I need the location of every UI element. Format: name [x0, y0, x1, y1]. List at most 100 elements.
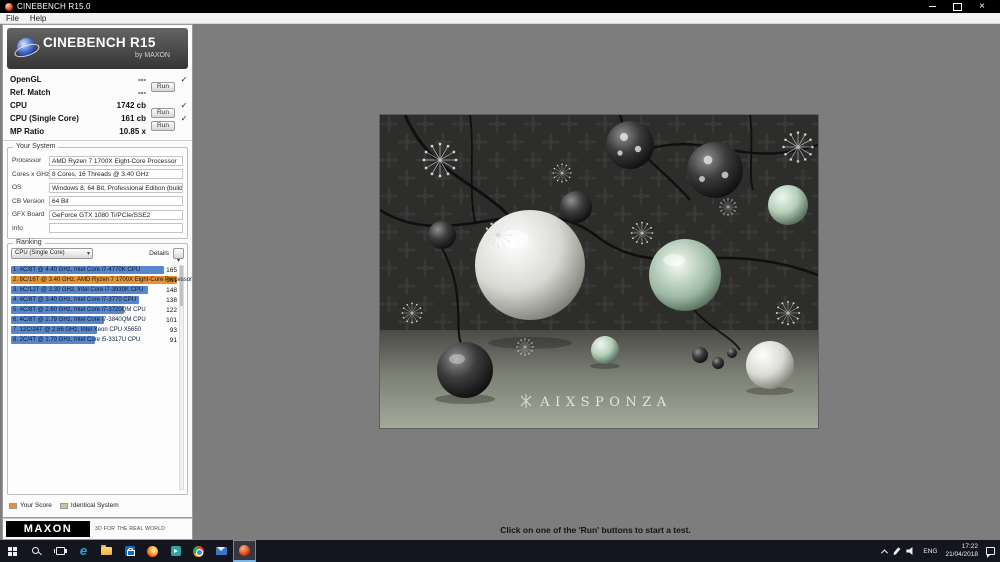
pen-icon[interactable] — [893, 547, 901, 556]
cb-version-field[interactable]: 64 Bit — [49, 196, 183, 207]
ranking-title: Ranking — [13, 239, 45, 246]
benchmark-row: Ref. Match --- — [3, 86, 192, 99]
speaker-icon[interactable] — [906, 547, 913, 555]
cpu-single-checkbox[interactable] — [179, 114, 189, 123]
processor-field[interactable]: AMD Ryzen 7 1700X Eight-Core Processor — [49, 155, 183, 166]
logo-title: CINEBENCH R15 — [43, 35, 156, 50]
system-row: GFX Board GeForce GTX 1080 Ti/PCIe/SSE2 — [8, 208, 187, 222]
ranking-entry-label: 4. 4C/8T @ 3.40 GHz, Intel Core i7-3770 … — [13, 297, 137, 303]
logo-subtitle: by MAXON — [134, 52, 170, 59]
cinebench-app-icon[interactable] — [5, 2, 13, 11]
left-panel: CINEBENCH R15 by MAXON OpenGL --- Run Re… — [2, 24, 193, 518]
watermark-text: AIXSPONZA — [539, 395, 671, 410]
scrollbar-thumb[interactable] — [180, 266, 183, 306]
details-dropdown-button[interactable] — [173, 248, 184, 259]
clock[interactable]: 17:22 21/04/2018 — [945, 543, 978, 560]
maxon-logo: MAXON — [6, 521, 90, 537]
ranking-entry-label: 1. 4C/8T @ 4.40 GHz, Intel Core i7-4770K… — [13, 267, 141, 273]
minimize-icon[interactable] — [927, 2, 937, 12]
firefox-icon — [147, 545, 158, 557]
cpu-label: CPU — [10, 101, 27, 110]
benchmark-row: OpenGL --- Run — [3, 73, 192, 92]
system-row: Processor AMD Ryzen 7 1700X Eight-Core P… — [8, 154, 187, 168]
opengl-label: OpenGL — [10, 75, 42, 84]
render-viewport: AIXSPONZA Click on one of the 'Run' butt… — [193, 24, 998, 540]
close-icon[interactable] — [977, 2, 987, 12]
identical-system-swatch — [59, 502, 68, 509]
refmatch-label: Ref. Match — [10, 88, 51, 97]
gfx-board-field[interactable]: GeForce GTX 1080 Ti/PCIe/SSE2 — [49, 209, 183, 220]
ranking-entry-score: 165 — [166, 266, 177, 274]
your-score-label: Your Score — [20, 502, 52, 509]
start-button[interactable] — [0, 540, 24, 562]
ranking-row[interactable]: 8. 2C/4T @ 1.70 GHz, Intel Core i5-3317U… — [11, 335, 177, 345]
cpu-single-value: 161 cb — [121, 114, 146, 123]
ranking-entry-label: 7. 12C/24T @ 2.66 GHz, Intel Xeon CPU X5… — [13, 327, 142, 333]
mp-ratio-value: 10.85 x — [119, 127, 146, 136]
taskbar-media-button[interactable] — [164, 540, 187, 562]
ranking-entry-label: 8. 2C/4T @ 1.70 GHz, Intel Core i5-3317U… — [13, 337, 141, 343]
cores-label: Cores x GHz — [12, 170, 50, 178]
taskbar-firefox-button[interactable] — [141, 540, 164, 562]
search-button[interactable] — [24, 540, 48, 562]
cinebench-icon — [239, 545, 250, 556]
ranking-row[interactable]: 2. 8C/16T @ 3.40 GHz, AMD Ryzen 7 1700X … — [11, 275, 192, 285]
windows-logo-icon — [8, 547, 12, 551]
cores-field[interactable]: 8 Cores, 16 Threads @ 3.40 GHz — [49, 169, 183, 180]
ranking-row[interactable]: 6. 4C/8T @ 2.79 GHz, Intel Core i7-3840Q… — [11, 315, 177, 325]
ranking-scrollbar[interactable] — [179, 265, 184, 490]
your-system-group: Your System Processor AMD Ryzen 7 1700X … — [7, 143, 188, 239]
file-explorer-icon — [101, 545, 112, 555]
ranking-entry-score: 93 — [169, 326, 177, 334]
ranking-entry-label: 5. 4C/8T @ 2.60 GHz, Intel Core i7-3720Q… — [13, 307, 146, 313]
ranking-row[interactable]: 5. 4C/8T @ 2.60 GHz, Intel Core i7-3720Q… — [11, 305, 177, 315]
menu-file[interactable]: File — [6, 14, 19, 23]
your-system-title: Your System — [13, 143, 59, 150]
menu-help[interactable]: Help — [30, 14, 46, 23]
ranking-row[interactable]: 4. 4C/8T @ 3.40 GHz, Intel Core i7-3770 … — [11, 295, 177, 305]
taskbar-edge-button[interactable] — [72, 540, 95, 562]
taskbar: ENG 17:22 21/04/2018 — [0, 540, 1000, 562]
hint-text: Click on one of the 'Run' buttons to sta… — [500, 525, 691, 535]
ranking-row[interactable]: 1. 4C/8T @ 4.40 GHz, Intel Core i7-4770K… — [11, 265, 177, 275]
your-score-swatch — [9, 502, 17, 509]
task-view-button[interactable] — [48, 540, 72, 562]
processor-label: Processor — [12, 157, 42, 165]
ranking-group: Ranking CPU (Single Core) Details 1. 4C/… — [7, 239, 192, 495]
taskbar-mail-button[interactable] — [210, 540, 233, 562]
taskbar-file-explorer-button[interactable] — [95, 540, 118, 562]
tray-chevron-up-icon[interactable] — [881, 548, 889, 556]
taskbar-store-button[interactable] — [118, 540, 141, 562]
system-row: Cores x GHz 8 Cores, 16 Threads @ 3.40 G… — [8, 168, 187, 182]
taskbar-spacer — [256, 540, 882, 562]
system-row: Info — [8, 222, 187, 236]
maximize-icon[interactable] — [952, 2, 962, 12]
ranking-entry-score: 148 — [166, 286, 177, 294]
taskbar-chrome-button[interactable] — [187, 540, 210, 562]
ranking-entry-label: 6. 4C/8T @ 2.79 GHz, Intel Core i7-3840Q… — [13, 317, 146, 323]
cpu-checkbox[interactable] — [179, 101, 189, 110]
os-label: OS — [12, 184, 22, 192]
maxon-strip: MAXON 3D FOR THE REAL WORLD — [2, 518, 193, 540]
chrome-icon — [193, 545, 204, 557]
input-language[interactable]: ENG — [923, 548, 937, 555]
os-field[interactable]: Windows 8, 64 Bit, Professional Edition … — [49, 182, 183, 193]
ranking-filter-dropdown[interactable]: CPU (Single Core) — [11, 248, 93, 259]
ranking-entry-score: 161 — [166, 276, 177, 284]
menu-bar: File Help — [0, 13, 1000, 24]
info-field[interactable] — [49, 223, 183, 234]
ranking-row[interactable]: 3. 6C/12T @ 3.30 GHz, Intel Core i7-3930… — [11, 285, 177, 295]
ranking-row[interactable]: 7. 12C/24T @ 2.66 GHz, Intel Xeon CPU X5… — [11, 325, 177, 335]
taskbar-cinebench-button[interactable] — [233, 540, 256, 562]
media-player-icon — [170, 546, 181, 556]
cinebench-ball-icon — [17, 38, 36, 57]
details-label: Details — [149, 250, 169, 257]
mp-ratio-label: MP Ratio — [10, 127, 45, 136]
app-body: CINEBENCH R15 by MAXON OpenGL --- Run Re… — [0, 24, 1000, 540]
opengl-checkbox[interactable] — [179, 75, 189, 84]
system-row: CB Version 64 Bit — [8, 195, 187, 209]
action-center-icon[interactable] — [986, 547, 995, 558]
benchmark-row: MP Ratio 10.85 x — [3, 125, 192, 138]
ranking-list: 1. 4C/8T @ 4.40 GHz, Intel Core i7-4770K… — [11, 265, 192, 345]
opengl-value: --- — [138, 75, 146, 84]
